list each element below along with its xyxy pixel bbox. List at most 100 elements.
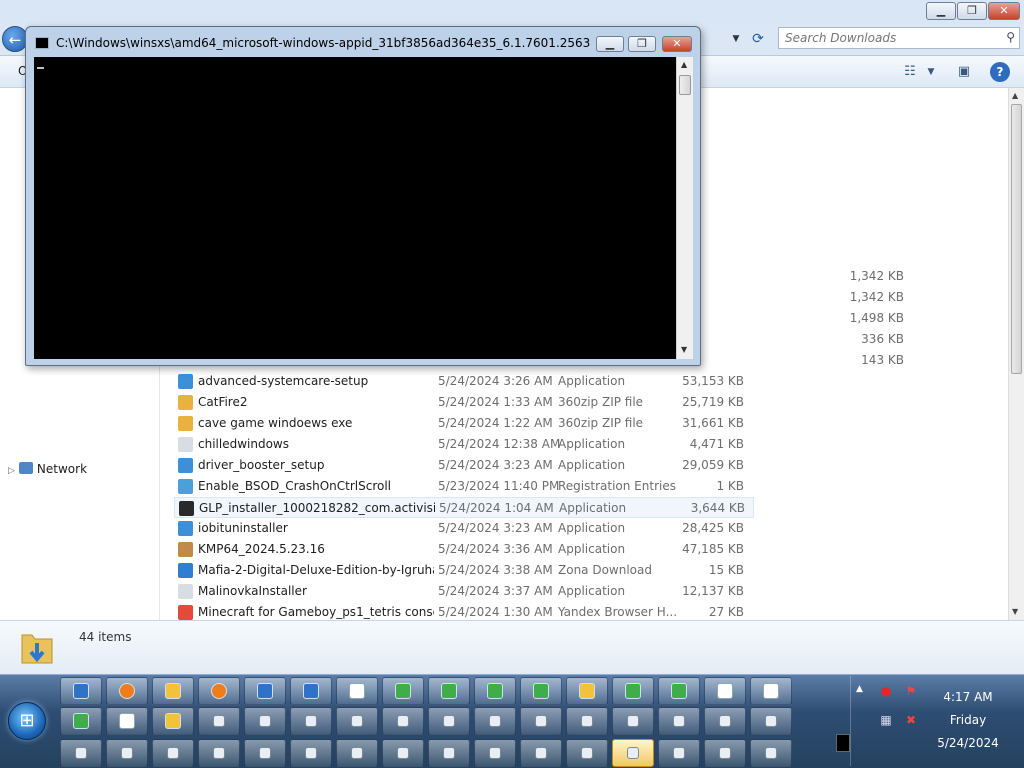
taskbar-button[interactable] — [152, 707, 194, 735]
taskbar-button[interactable] — [612, 707, 654, 735]
nav-item-network[interactable]: ▷ Network — [8, 460, 87, 478]
start-button[interactable]: ⊞ — [8, 702, 46, 740]
taskbar-button[interactable] — [60, 739, 102, 767]
antivirus-tray-icon[interactable]: ● — [878, 683, 894, 699]
explorer-titlebar[interactable] — [0, 0, 1024, 24]
html-icon — [178, 605, 193, 620]
close-button[interactable]: ✕ — [988, 2, 1020, 20]
taskbar-button[interactable] — [244, 739, 286, 767]
taskbar-button[interactable] — [566, 677, 608, 705]
taskbar-button[interactable] — [658, 677, 700, 705]
taskbar-button[interactable] — [750, 707, 792, 735]
taskbar-button[interactable] — [60, 677, 102, 705]
scroll-up-icon[interactable]: ▲ — [1012, 91, 1018, 100]
file-row[interactable]: advanced-systemcare-setup 5/24/2024 3:26 … — [174, 371, 754, 392]
file-row[interactable]: chilledwindows 5/24/2024 12:38 AM Applicat… — [174, 434, 754, 455]
taskbar-button[interactable] — [60, 707, 102, 735]
file-row[interactable]: cave game windoews exe 5/24/2024 1:22 AM 3… — [174, 413, 754, 434]
taskbar-button[interactable] — [428, 739, 470, 767]
taskbar-button[interactable] — [244, 707, 286, 735]
taskbar-button[interactable] — [704, 739, 746, 767]
clock-time[interactable]: 4:17 AM — [930, 690, 1006, 704]
taskbar-button[interactable] — [290, 739, 332, 767]
taskbar-button[interactable] — [566, 707, 608, 735]
maximize-button[interactable]: ❐ — [957, 2, 987, 20]
taskbar-button[interactable] — [336, 739, 378, 767]
file-row[interactable]: Enable_BSOD_CrashOnCtrlScroll 5/23/2024 1… — [174, 476, 754, 497]
scroll-down-icon[interactable]: ▼ — [1012, 607, 1018, 616]
expand-arrow-icon[interactable]: ▷ — [8, 466, 15, 476]
action-center-icon[interactable]: ⚑ — [903, 683, 919, 699]
taskbar-button[interactable] — [612, 677, 654, 705]
show-desktop-button[interactable] — [836, 734, 850, 752]
window-icon — [489, 715, 501, 727]
taskbar-button[interactable] — [152, 739, 194, 767]
taskbar-button[interactable] — [198, 739, 240, 767]
taskbar-button[interactable] — [106, 707, 148, 735]
taskbar-button[interactable] — [336, 677, 378, 705]
taskbar-button[interactable] — [382, 707, 424, 735]
view-options-icon[interactable]: ☷ — [900, 62, 920, 82]
console-output[interactable] — [34, 57, 676, 359]
file-row[interactable]: iobituninstaller 5/24/2024 3:23 AM Applica… — [174, 518, 754, 539]
search-icon[interactable]: ⚲ — [1006, 30, 1015, 44]
address-dropdown-icon[interactable]: ▼ — [728, 30, 744, 48]
taskbar-button[interactable] — [658, 707, 700, 735]
taskbar-button[interactable] — [198, 677, 240, 705]
taskbar-button[interactable] — [106, 677, 148, 705]
console-window[interactable]: C:\Windows\winsxs\amd64_microsoft-window… — [25, 26, 701, 366]
scrollbar-thumb[interactable] — [1011, 104, 1022, 374]
file-row[interactable]: driver_booster_setup 5/24/2024 3:23 AM App… — [174, 455, 754, 476]
file-row[interactable]: GLP_installer_1000218282_com.activision.… — [174, 497, 754, 518]
taskbar-button[interactable] — [428, 707, 470, 735]
taskbar-button[interactable] — [382, 677, 424, 705]
taskbar-button[interactable] — [290, 677, 332, 705]
console-minimize-button[interactable]: ▁ — [596, 36, 624, 52]
taskbar-button[interactable] — [750, 677, 792, 705]
taskbar-button[interactable] — [336, 707, 378, 735]
taskbar-button[interactable] — [704, 677, 746, 705]
console-maximize-button[interactable]: ❐ — [628, 36, 656, 52]
view-dropdown-icon[interactable]: ▼ — [924, 62, 938, 82]
taskbar-button[interactable] — [152, 677, 194, 705]
taskbar-button[interactable] — [106, 739, 148, 767]
console-scrollbar-thumb[interactable] — [679, 75, 691, 95]
console-scroll-down-icon[interactable]: ▼ — [681, 345, 687, 354]
taskbar-button[interactable] — [474, 677, 516, 705]
show-hidden-icons[interactable]: ▲ — [856, 684, 863, 694]
file-row[interactable]: Mafia-2-Digital-Deluxe-Edition-by-Igruha… — [174, 560, 754, 581]
taskbar-button[interactable] — [474, 739, 516, 767]
taskbar-button[interactable] — [428, 677, 470, 705]
clock-day[interactable]: Friday — [930, 713, 1006, 727]
file-row[interactable]: MalinovkaInstaller 5/24/2024 3:37 AM Appli… — [174, 581, 754, 602]
preview-pane-icon[interactable]: ▣ — [954, 62, 974, 82]
file-row[interactable]: CatFire2 5/24/2024 1:33 AM 360zip ZIP file… — [174, 392, 754, 413]
file-row[interactable]: KMP64_2024.5.23.16 5/24/2024 3:36 AM Appli… — [174, 539, 754, 560]
taskbar-button[interactable] — [198, 707, 240, 735]
help-icon[interactable]: ? — [990, 62, 1010, 82]
taskbar-button[interactable] — [520, 707, 562, 735]
taskbar-button[interactable] — [750, 739, 792, 767]
search-box[interactable]: ⚲ — [778, 27, 1020, 49]
taskbar-button[interactable] — [290, 707, 332, 735]
taskbar-button[interactable] — [658, 739, 700, 767]
refresh-icon[interactable]: ⟳ — [746, 28, 770, 50]
window-icon — [349, 683, 365, 699]
taskbar-button[interactable] — [244, 677, 286, 705]
taskbar-button[interactable] — [382, 739, 424, 767]
taskbar-button[interactable] — [520, 739, 562, 767]
minimize-button[interactable]: ▁ — [926, 2, 956, 20]
taskbar-button[interactable] — [704, 707, 746, 735]
clock-date[interactable]: 5/24/2024 — [930, 736, 1006, 750]
console-close-button[interactable]: ✕ — [662, 36, 692, 52]
console-scrollbar[interactable]: ▲ ▼ — [676, 57, 693, 359]
network-status-icon[interactable]: ▦ — [878, 712, 894, 728]
taskbar-button[interactable] — [474, 707, 516, 735]
taskbar-button[interactable] — [612, 739, 654, 767]
search-input[interactable] — [779, 28, 989, 48]
taskbar-button[interactable] — [520, 677, 562, 705]
volume-muted-icon[interactable]: ✖ — [903, 712, 919, 728]
file-list-scrollbar[interactable]: ▲ ▼ — [1008, 88, 1024, 620]
taskbar-button[interactable] — [566, 739, 608, 767]
console-scroll-up-icon[interactable]: ▲ — [681, 60, 687, 69]
